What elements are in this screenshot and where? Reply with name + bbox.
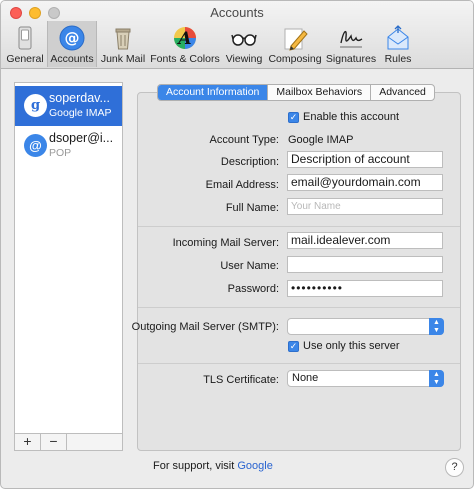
account-name: dsoper@i... xyxy=(49,131,114,145)
tab-account-information[interactable]: Account Information xyxy=(158,85,269,100)
tls-certificate-value: None xyxy=(292,372,319,384)
glasses-icon xyxy=(231,34,257,46)
tls-certificate-label: TLS Certificate: xyxy=(203,374,279,386)
use-only-server-label: Use only this server xyxy=(303,340,400,352)
email-label: Email Address: xyxy=(205,179,279,191)
full-name-label: Full Name: xyxy=(225,202,279,214)
smtp-server-label: Outgoing Mail Server (SMTP): xyxy=(131,321,279,333)
section-divider xyxy=(138,363,460,364)
support-label: For support, visit xyxy=(153,460,235,472)
toolbar-viewing[interactable]: Viewing xyxy=(222,21,266,67)
chevron-updown-icon: ▲ ▼ xyxy=(429,370,444,387)
use-only-server-checkbox[interactable]: ✓ xyxy=(288,341,299,352)
add-account-button[interactable]: + xyxy=(15,434,41,450)
toolbar-signatures[interactable]: Signatures xyxy=(323,21,379,67)
smtp-server-select[interactable]: ▲ ▼ xyxy=(287,318,444,335)
user-name-field[interactable] xyxy=(287,256,443,273)
toolbar-label: Fonts & Colors xyxy=(150,53,220,65)
trash-bin-icon xyxy=(115,28,131,50)
account-list-buttons: + − xyxy=(14,433,123,451)
support-link[interactable]: Google xyxy=(237,460,272,472)
section-divider xyxy=(138,226,460,227)
toolbar-rules[interactable]: Rules xyxy=(379,21,417,67)
user-name-label: User Name: xyxy=(220,260,279,272)
toolbar-label: Rules xyxy=(384,53,412,65)
account-type-label: Account Type: xyxy=(209,134,279,146)
svg-text:@: @ xyxy=(65,29,80,47)
full-name-field[interactable]: Your Name xyxy=(287,198,443,215)
incoming-server-label: Incoming Mail Server: xyxy=(172,237,279,249)
rules-envelope-icon xyxy=(387,25,409,50)
tls-certificate-select[interactable]: None ▲ ▼ xyxy=(287,370,444,387)
enable-account-label: Enable this account xyxy=(303,111,400,123)
toolbar-accounts[interactable]: @ Accounts xyxy=(47,21,97,67)
toolbar-label: Composing xyxy=(268,53,322,65)
incoming-server-field[interactable]: mail.idealever.com xyxy=(287,232,443,249)
toolbar-composing[interactable]: Composing xyxy=(267,21,323,67)
toolbar-fonts-colors[interactable]: A Fonts & Colors xyxy=(148,21,222,67)
chevron-updown-icon: ▲ ▼ xyxy=(429,318,444,335)
toolbar-label: Junk Mail xyxy=(100,53,146,65)
toolbar-label: Signatures xyxy=(325,53,377,65)
account-type: POP xyxy=(49,147,72,159)
account-item-pop[interactable]: @ dsoper@i... POP xyxy=(15,126,122,166)
toolbar-label: Viewing xyxy=(225,53,263,65)
password-field[interactable]: •••••••••• xyxy=(287,280,443,297)
window-title: Accounts xyxy=(210,5,264,20)
password-label: Password: xyxy=(227,283,279,295)
support-text: For support, visit Google xyxy=(153,460,273,472)
remove-account-button[interactable]: − xyxy=(41,434,67,450)
help-button[interactable]: ? xyxy=(445,458,464,477)
fonts-colors-icon: A xyxy=(174,27,196,49)
at-sign-icon: @ xyxy=(59,25,85,51)
section-divider xyxy=(138,307,460,308)
toolbar-label: Accounts xyxy=(50,53,94,65)
tab-mailbox-behaviors[interactable]: Mailbox Behaviors xyxy=(268,85,372,100)
enable-account-checkbox[interactable]: ✓ xyxy=(288,112,299,123)
email-field[interactable]: email@yourdomain.com xyxy=(287,174,443,191)
description-label: Description: xyxy=(220,156,279,168)
account-list[interactable]: g soperdav... Google IMAP @ dsoper@i... … xyxy=(14,82,123,434)
signature-icon xyxy=(340,30,363,48)
account-item-google[interactable]: g soperdav... Google IMAP xyxy=(15,86,122,126)
toolbar-label: General xyxy=(6,53,44,65)
toolbar-general[interactable]: General xyxy=(3,21,47,67)
google-g-icon: g xyxy=(24,94,47,117)
account-type: Google IMAP xyxy=(49,107,112,119)
titlebar-toolbar: Accounts General @ Accounts Junk Mail A … xyxy=(1,1,473,69)
at-sign-icon: @ xyxy=(24,134,47,157)
general-switch-icon xyxy=(18,26,32,50)
account-type-value: Google IMAP xyxy=(288,134,354,146)
svg-text:A: A xyxy=(176,29,191,49)
preferences-window: Accounts General @ Accounts Junk Mail A … xyxy=(0,0,474,489)
settings-tabs: Account Information Mailbox Behaviors Ad… xyxy=(157,84,435,101)
toolbar-junk-mail[interactable]: Junk Mail xyxy=(98,21,148,67)
tab-advanced[interactable]: Advanced xyxy=(371,85,434,100)
account-name: soperdav... xyxy=(49,91,110,105)
pencil-icon xyxy=(284,28,308,51)
description-field[interactable]: Description of account xyxy=(287,151,443,168)
